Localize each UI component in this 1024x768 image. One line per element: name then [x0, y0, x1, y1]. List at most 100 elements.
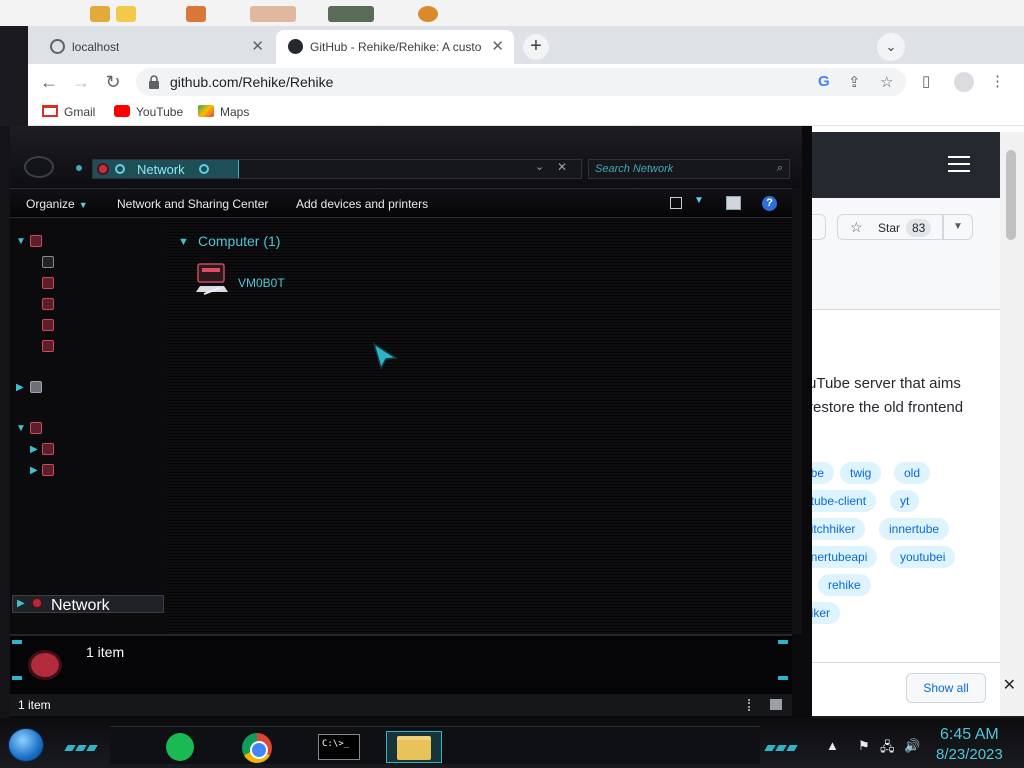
taskbar-app-chrome[interactable]: [236, 731, 278, 763]
desktop-shortcut-icon[interactable]: [116, 6, 136, 22]
start-button[interactable]: [8, 728, 44, 762]
star-button[interactable]: ☆ Star 83: [837, 214, 943, 240]
side-panel-icon[interactable]: ▯: [922, 72, 930, 90]
close-icon[interactable]: ✕: [251, 37, 264, 55]
expand-arrow-icon[interactable]: ▶: [30, 444, 38, 455]
library-icon: [30, 235, 42, 247]
page-scrollbar[interactable]: [1000, 132, 1024, 716]
expand-arrow-icon[interactable]: ▼: [16, 236, 26, 247]
desktop-shortcut-icon[interactable]: [90, 6, 110, 22]
topic-tag[interactable]: old: [894, 462, 931, 484]
expand-arrow-icon[interactable]: ▶: [16, 382, 24, 393]
large-icons-view-icon[interactable]: [770, 699, 782, 710]
back-button[interactable]: ←: [36, 69, 62, 95]
star-dropdown-button[interactable]: ▼: [943, 214, 973, 240]
address-bar[interactable]: Network ⌄ ✕: [92, 159, 582, 179]
clock-time[interactable]: 6:45 AM: [940, 726, 999, 744]
chevron-down-icon[interactable]: ⌄: [535, 160, 544, 173]
topic-tag[interactable]: innertube: [879, 518, 950, 540]
chrome-icon: [242, 733, 272, 763]
share-icon[interactable]: ⇪: [848, 73, 861, 91]
show-hidden-icons-icon[interactable]: ▲: [826, 738, 839, 753]
expand-arrow-icon[interactable]: ▼: [16, 423, 26, 434]
google-lens-icon[interactable]: G: [818, 73, 830, 90]
tab-github[interactable]: GitHub - Rehike/Rehike: A custo ✕: [276, 30, 514, 64]
address-bar[interactable]: github.com/Rehike/Rehike G ⇪ ☆: [136, 68, 906, 96]
hamburger-menu-icon[interactable]: [948, 156, 970, 172]
close-icon[interactable]: ✕: [1003, 675, 1016, 695]
help-icon[interactable]: ?: [762, 196, 777, 211]
command-bar: Organize ▼ Network and Sharing Center Add…: [10, 188, 792, 218]
bookmark-label: Maps: [220, 105, 250, 119]
status-bar: 1 item: [10, 694, 792, 716]
group-header[interactable]: Computer (1): [198, 233, 280, 249]
topic-tag[interactable]: youtubei: [890, 546, 956, 568]
new-tab-button[interactable]: +: [523, 34, 549, 60]
scrollbar-thumb[interactable]: [1006, 150, 1016, 240]
taskbar-app-cmd[interactable]: C:\>_: [310, 731, 370, 763]
search-icon[interactable]: ⌕: [777, 162, 783, 175]
network-tray-icon[interactable]: 🖧: [880, 738, 895, 760]
reload-button[interactable]: ↻: [100, 69, 126, 95]
bookmarks-bar: Gmail YouTube Maps: [28, 100, 1024, 126]
topic-tag[interactable]: rehike: [818, 574, 871, 596]
collapse-group-icon[interactable]: ▼: [178, 236, 189, 248]
window-frame: [792, 188, 802, 634]
clock-date[interactable]: 8/23/2023: [936, 746, 1003, 763]
close-icon[interactable]: ✕: [557, 160, 567, 174]
youtube-icon: [114, 105, 130, 117]
bookmark-youtube[interactable]: YouTube: [114, 105, 183, 119]
computer-icon[interactable]: [194, 262, 230, 298]
details-view-icon[interactable]: [748, 699, 754, 711]
bookmark-gmail[interactable]: Gmail: [42, 105, 95, 119]
desktop-shortcut-icon[interactable]: [418, 6, 438, 22]
desktop-shortcut-icon[interactable]: [186, 6, 206, 22]
flag-icon[interactable]: ⚑: [858, 738, 870, 754]
chevron-icon[interactable]: [199, 164, 209, 174]
profile-icon[interactable]: [954, 72, 974, 92]
back-forward-orb-icon[interactable]: [24, 156, 54, 178]
desktop-shortcut-icon[interactable]: [328, 6, 374, 22]
organize-button[interactable]: Organize ▼: [26, 197, 88, 211]
tab-search-button[interactable]: ⌄: [877, 33, 905, 61]
more-menu-icon[interactable]: ⋮: [990, 72, 1005, 90]
mouse-cursor-icon: [372, 342, 398, 370]
topic-tag[interactable]: yt: [890, 490, 920, 512]
taskbar: C:\>_ ▲ ⚑ 🖧 🔊 6:45 AM 8/23/2023: [0, 718, 1024, 768]
music-icon: [42, 277, 54, 289]
tab-title: localhost: [72, 40, 120, 54]
bookmark-star-icon[interactable]: ☆: [880, 73, 893, 91]
triangle-down-icon[interactable]: ▼: [694, 195, 704, 206]
expand-arrow-icon[interactable]: ▶: [30, 465, 38, 476]
show-all-button[interactable]: Show all: [906, 673, 986, 703]
chevron-icon: [115, 164, 125, 174]
taskbar-app-explorer[interactable]: [386, 731, 442, 763]
network-icon: [31, 597, 43, 609]
close-icon[interactable]: ✕: [491, 37, 504, 55]
window-frame: [0, 126, 10, 718]
topic-tag[interactable]: twig: [840, 462, 882, 484]
bookmark-maps[interactable]: Maps: [198, 105, 249, 119]
file-list[interactable]: ▼ Computer (1) VM0B0T: [166, 218, 792, 634]
notes-app-icon: [166, 733, 194, 761]
nav-item-network[interactable]: ▶ Network: [12, 595, 164, 614]
details-count: 1 item: [86, 644, 125, 660]
bookmark-label: Gmail: [64, 105, 96, 119]
maps-icon: [198, 105, 214, 117]
computer-name[interactable]: VM0B0T: [238, 276, 285, 290]
breadcrumb[interactable]: Network: [93, 160, 239, 178]
recent-pages-icon[interactable]: [76, 165, 82, 171]
forward-button[interactable]: →: [68, 69, 94, 95]
breadcrumb-network[interactable]: Network: [137, 162, 185, 177]
tab-localhost[interactable]: localhost ✕: [38, 30, 274, 64]
taskbar-app-notes[interactable]: [160, 731, 202, 763]
desktop-shortcut-icon[interactable]: [250, 6, 296, 22]
expand-arrow-icon[interactable]: ▶: [17, 598, 25, 609]
change-view-icon[interactable]: [670, 197, 682, 209]
volume-icon[interactable]: 🔊: [904, 738, 920, 754]
search-input[interactable]: Search Network ⌕: [588, 159, 790, 179]
add-devices-button[interactable]: Add devices and printers: [296, 197, 428, 211]
search-placeholder: Search Network: [595, 163, 674, 175]
preview-pane-icon[interactable]: [726, 196, 741, 210]
network-sharing-center-button[interactable]: Network and Sharing Center: [117, 197, 268, 211]
